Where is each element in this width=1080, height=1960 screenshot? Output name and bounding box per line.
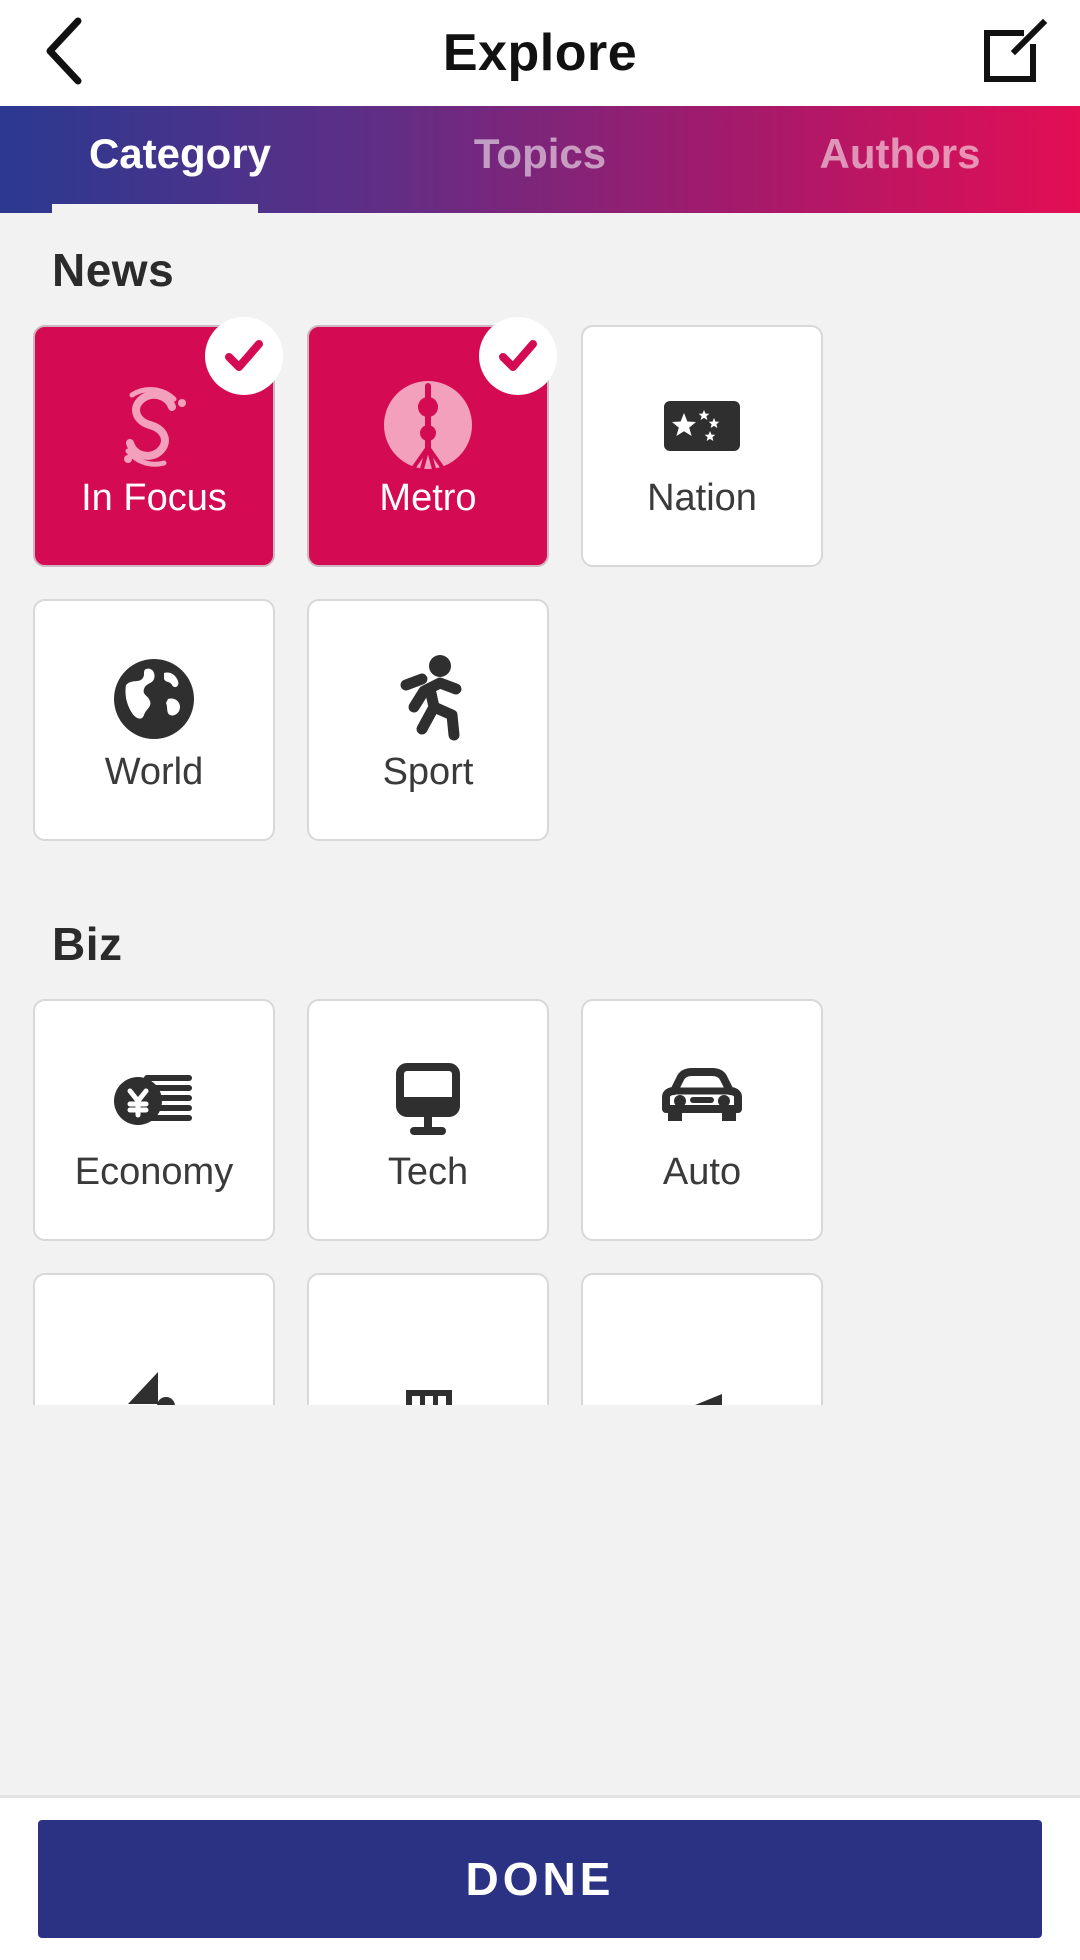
category-card-partial[interactable] <box>307 1273 549 1405</box>
category-card-world[interactable]: World <box>33 599 275 841</box>
category-grid-biz: Economy Tech Auto <box>0 999 1080 1273</box>
page-title: Explore <box>442 24 638 82</box>
back-button[interactable] <box>0 0 130 106</box>
yen-coins-icon <box>104 1049 204 1149</box>
category-grid-news: In Focus Metro Nation World Sport <box>0 317 1080 873</box>
tower-icon <box>376 375 480 475</box>
category-card-partial[interactable] <box>581 1273 823 1405</box>
category-card-label: Sport <box>382 751 474 793</box>
car-icon <box>650 1049 754 1149</box>
running-person-icon <box>378 649 478 749</box>
category-card-label: Metro <box>379 477 477 519</box>
monitor-icon <box>378 1049 478 1149</box>
category-grid-partial <box>0 1273 1080 1405</box>
footer-bar: DONE <box>0 1795 1080 1960</box>
s-logo-icon <box>102 375 206 475</box>
category-card-metro[interactable]: Metro <box>307 317 557 567</box>
category-card-label: Nation <box>647 477 757 519</box>
tab-label: Topics <box>473 129 607 177</box>
tab-authors[interactable]: Authors <box>720 106 1080 213</box>
building-icon <box>378 1342 478 1405</box>
check-icon <box>499 340 537 371</box>
category-card-label: Economy <box>74 1151 234 1193</box>
category-card-partial[interactable] <box>33 1273 275 1405</box>
check-icon <box>225 340 263 371</box>
category-scroll-area[interactable]: News In Focus Metro Nation World Sport B… <box>0 213 1080 1405</box>
section-heading-biz: Biz <box>52 918 123 970</box>
category-card-in-focus[interactable]: In Focus <box>33 317 283 567</box>
category-card-auto[interactable]: Auto <box>581 999 823 1241</box>
compose-button[interactable] <box>950 0 1080 106</box>
done-button[interactable]: DONE <box>38 1820 1042 1938</box>
category-card-sport[interactable]: Sport <box>307 599 549 841</box>
category-card-label: World <box>104 751 204 793</box>
selected-check-badge[interactable] <box>205 317 283 395</box>
category-card-nation[interactable]: Nation <box>581 325 823 567</box>
tab-label: Authors <box>819 129 981 177</box>
tab-category[interactable]: Category <box>0 106 360 213</box>
section-heading-news: News <box>52 244 175 296</box>
category-card-economy[interactable]: Economy <box>33 999 275 1241</box>
chevron-left-icon <box>42 15 88 92</box>
tab-topics[interactable]: Topics <box>360 106 720 213</box>
flag-icon <box>652 375 752 475</box>
compose-icon <box>981 17 1049 90</box>
arrow-icon <box>652 1342 752 1405</box>
category-card-label: Tech <box>387 1151 469 1193</box>
app-header: Explore <box>0 0 1080 106</box>
category-card-label: Auto <box>662 1151 742 1193</box>
active-tab-indicator <box>52 204 258 213</box>
tab-bar: Category Topics Authors <box>0 106 1080 213</box>
boat-icon <box>104 1342 204 1405</box>
globe-icon <box>106 649 202 749</box>
selected-check-badge[interactable] <box>479 317 557 395</box>
tab-label: Category <box>88 129 272 177</box>
category-card-tech[interactable]: Tech <box>307 999 549 1241</box>
category-card-label: In Focus <box>81 477 227 519</box>
